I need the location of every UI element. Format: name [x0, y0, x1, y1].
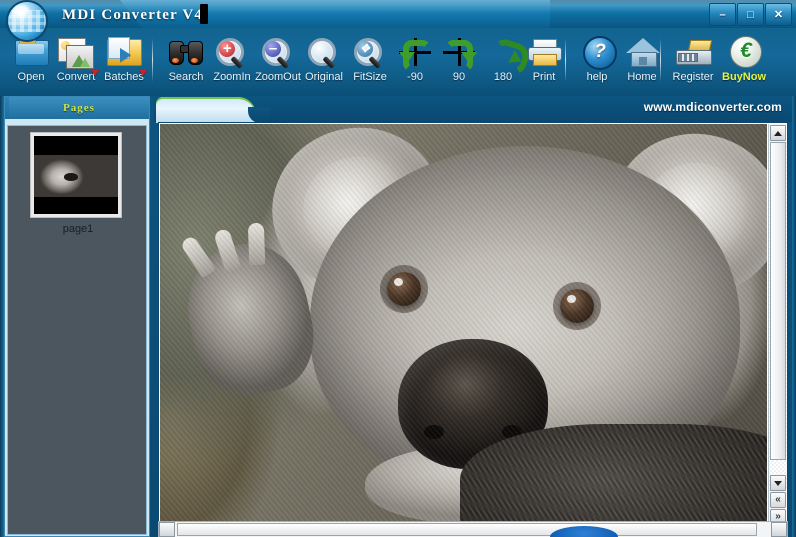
pages-tab-row: Pages	[5, 97, 149, 119]
koala-eye-right	[560, 289, 594, 323]
toolbar-label: help	[587, 71, 608, 83]
image-viewer: www.mdiconverter.com	[154, 96, 792, 537]
toolbar-label: Open	[18, 71, 45, 83]
toolbar-label: 90	[453, 71, 465, 83]
toolbar-label: Home	[627, 71, 656, 83]
koala-eye-left	[387, 272, 421, 306]
photo-background	[160, 124, 767, 526]
scroll-down-button[interactable]	[770, 475, 786, 491]
cash-register-icon	[673, 32, 713, 70]
scroll-thumb[interactable]	[770, 142, 786, 460]
koala-photo	[160, 124, 767, 526]
batch-folder-icon	[104, 32, 144, 70]
close-button[interactable]: ✕	[765, 3, 792, 26]
magnifier-minus-icon: –	[258, 32, 298, 70]
chevron-down-icon[interactable]	[139, 70, 148, 79]
website-url-label: www.mdiconverter.com	[644, 100, 782, 114]
euro-coin-icon: €	[724, 32, 764, 70]
toolbar-button-buynow[interactable]: € BuyNow	[712, 32, 776, 92]
scrollbar-bottom-controls: « »	[769, 474, 787, 526]
thumbnail-image	[34, 155, 118, 197]
rotate-clockwise-icon	[439, 32, 479, 70]
list-item[interactable]: page1	[30, 132, 126, 235]
toolbar-label: ZoomIn	[213, 71, 250, 83]
toolbar-label: BuyNow	[722, 71, 766, 83]
toolbar-label: Print	[533, 71, 556, 83]
main-toolbar: Open Convert Batches Search +	[0, 28, 796, 97]
decorative-tab	[156, 97, 256, 123]
printer-icon	[524, 32, 564, 70]
magnifier-icon	[304, 32, 344, 70]
scroll-left-button[interactable]	[159, 522, 175, 537]
toolbar-label: -90	[407, 71, 423, 83]
maximize-button[interactable]: □	[737, 3, 764, 26]
chevron-up-icon	[774, 131, 782, 136]
text-cursor-artifact	[200, 4, 208, 24]
window-frame-left	[0, 96, 4, 537]
chevron-down-icon	[774, 481, 782, 486]
toolbar-label: Batches	[104, 71, 144, 83]
pages-sidebar: Pages page1	[4, 96, 150, 537]
toolbar-button-batches[interactable]: Batches	[95, 32, 153, 92]
toolbar-label: FitSize	[353, 71, 387, 83]
viewer-header: www.mdiconverter.com	[154, 96, 792, 122]
binoculars-icon	[166, 32, 206, 70]
horizontal-scrollbar[interactable]	[158, 521, 788, 537]
window-title: MDI Converter V4.	[62, 4, 208, 26]
rotate-counterclockwise-icon	[395, 32, 435, 70]
toolbar-button-print[interactable]: Print	[515, 32, 573, 92]
page-thumbnail[interactable]	[30, 132, 122, 218]
toolbar-label: Convert	[57, 71, 96, 83]
window-frame-right	[792, 96, 796, 537]
globe-icon	[8, 2, 46, 40]
magnifier-fit-icon: ✥	[350, 32, 390, 70]
convert-image-icon	[56, 32, 96, 70]
scroll-up-button[interactable]	[770, 125, 786, 141]
tab-pages[interactable]: Pages	[9, 97, 149, 119]
toolbar-label: Register	[673, 71, 714, 83]
horizontal-scroll-thumb[interactable]	[177, 523, 757, 536]
magnifier-plus-icon: +	[212, 32, 252, 70]
workspace: Pages page1 www.mdiconverter.com	[0, 96, 796, 537]
page-label: page1	[30, 223, 126, 235]
koala-body	[460, 424, 767, 526]
question-mark-icon: ?	[577, 32, 617, 70]
scroll-right-button[interactable]	[771, 522, 787, 537]
application-window: MDI Converter V4. – □ ✕ Open Convert	[0, 0, 796, 537]
image-canvas[interactable]: « »	[158, 122, 788, 526]
house-icon	[622, 32, 662, 70]
koala-thumbnail	[34, 136, 118, 214]
minimize-button[interactable]: –	[709, 3, 736, 26]
vertical-scrollbar[interactable]: « »	[768, 124, 786, 526]
pages-thumbnail-list[interactable]: page1	[7, 125, 147, 535]
toolbar-label: Search	[169, 71, 204, 83]
previous-page-button[interactable]: «	[770, 492, 786, 508]
scroll-track[interactable]	[769, 142, 787, 490]
toolbar-label: Original	[305, 71, 343, 83]
title-bar: MDI Converter V4. – □ ✕	[0, 0, 796, 29]
window-controls: – □ ✕	[708, 3, 792, 25]
